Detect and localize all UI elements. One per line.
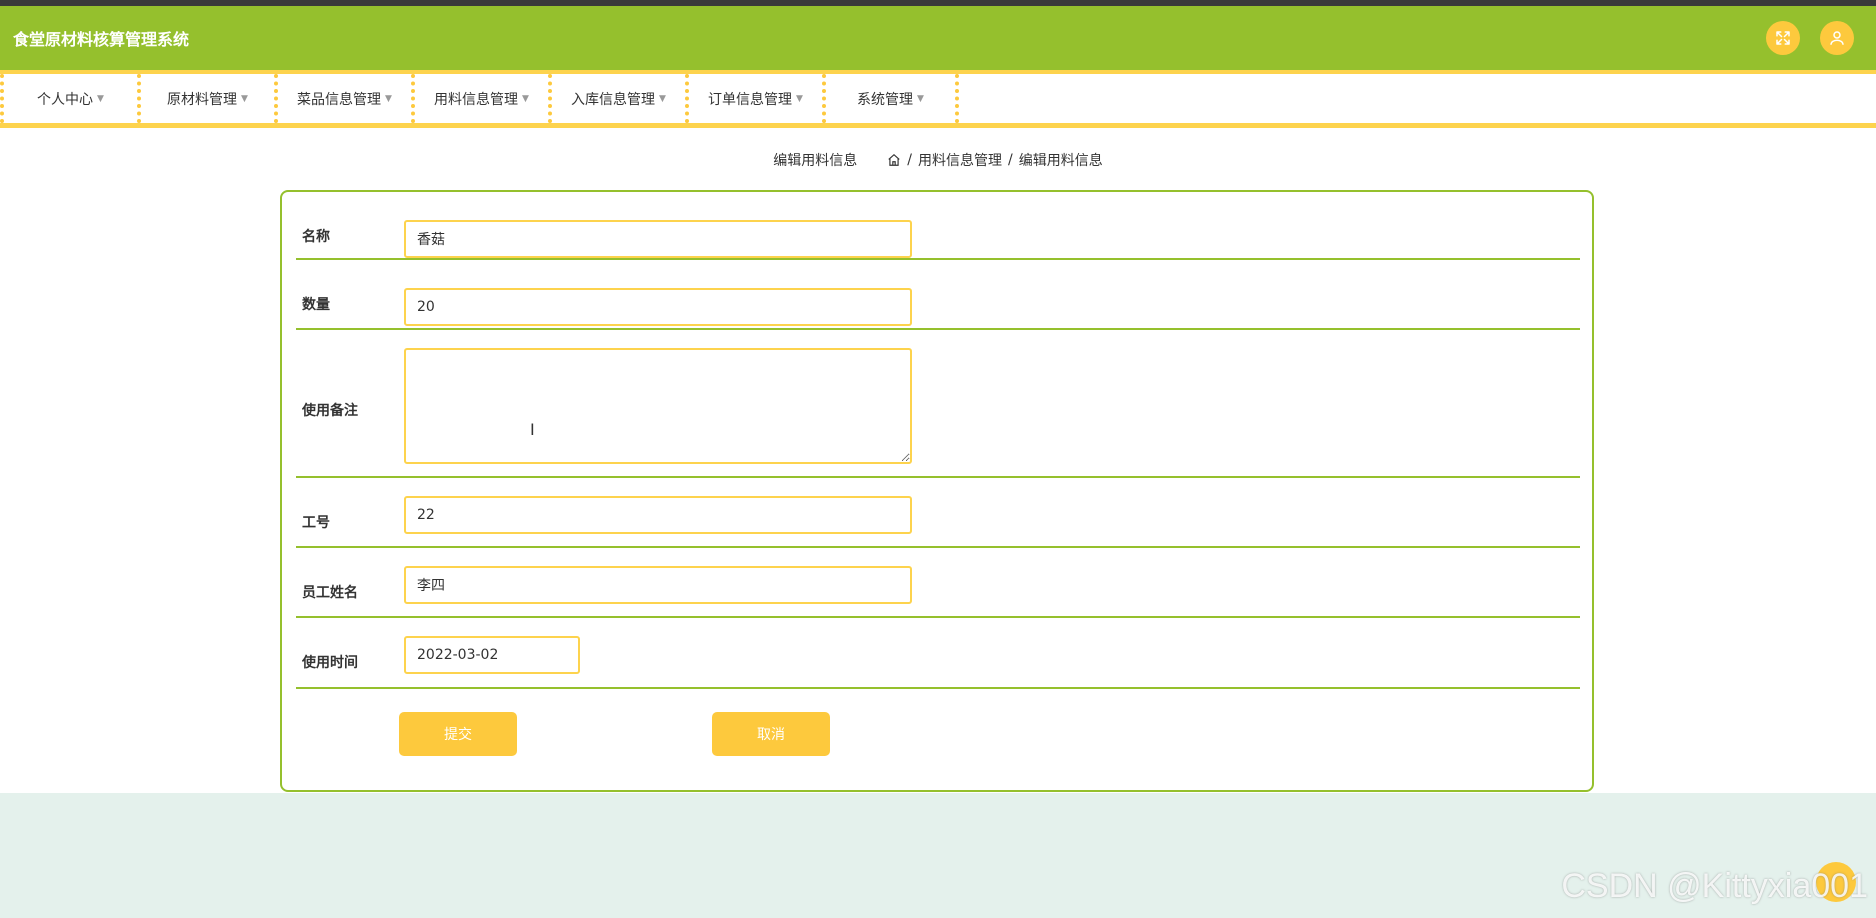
form-row-remark: 使用备注 [296,330,1580,478]
content-area: 编辑用料信息 / 用料信息管理 / 编辑用料信息 名称 数量 使用备注 工号 [0,128,1876,793]
form-row-use-time: 使用时间 [296,618,1580,689]
user-button[interactable] [1820,21,1854,55]
breadcrumb-trail: / 用料信息管理 / 编辑用料信息 [887,150,1103,170]
field-label: 使用时间 [302,655,358,671]
employee-name-input[interactable] [404,566,912,604]
menu-item-stock-in[interactable]: 入库信息管理 ▼ [548,74,685,123]
app-header: 食堂原材料核算管理系统 [0,6,1876,70]
edit-form: 名称 数量 使用备注 工号 员工姓名 使用时间 提交 取消 [280,190,1594,792]
caret-down-icon: ▼ [917,93,924,104]
user-icon [1830,31,1844,45]
breadcrumb: 编辑用料信息 / 用料信息管理 / 编辑用料信息 [0,150,1876,170]
form-row-employee-name: 员工姓名 [296,548,1580,618]
menu-item-label: 入库信息管理 [571,91,656,108]
field-label: 员工姓名 [302,585,358,601]
menu-item-label: 菜品信息管理 [297,91,382,108]
employee-id-input[interactable] [404,496,912,534]
form-row-employee-id: 工号 [296,478,1580,548]
header-actions [1766,21,1854,55]
breadcrumb-separator: / [907,152,912,168]
menu-item-label: 系统管理 [857,91,914,108]
menu-item-material-usage[interactable]: 用料信息管理 ▼ [411,74,548,123]
caret-down-icon: ▼ [241,93,248,104]
app-title: 食堂原材料核算管理系统 [13,30,190,49]
remark-textarea[interactable] [404,348,912,464]
menu-item-label: 用料信息管理 [434,91,519,108]
caret-down-icon: ▼ [796,93,803,104]
page-title: 编辑用料信息 [773,153,858,169]
breadcrumb-separator: / [1008,152,1013,168]
form-row-name: 名称 [296,192,1580,260]
menu-item-label: 订单信息管理 [708,91,793,108]
home-icon[interactable] [887,153,901,167]
menu-item-orders[interactable]: 订单信息管理 ▼ [685,74,822,123]
field-label: 使用备注 [302,403,358,419]
watermark: CSDN @Kittyxia001 [1561,867,1868,905]
caret-down-icon: ▼ [385,93,392,104]
name-input[interactable] [404,220,912,258]
field-label: 名称 [302,229,330,245]
menu-item-raw-materials[interactable]: 原材料管理 ▼ [137,74,274,123]
caret-down-icon: ▼ [97,93,104,104]
cancel-button[interactable]: 取消 [712,712,830,756]
fullscreen-button[interactable] [1766,21,1800,55]
field-label: 工号 [302,515,330,531]
quantity-input[interactable] [404,288,912,326]
caret-down-icon: ▼ [522,93,529,104]
main-menu: 个人中心 ▼ 原材料管理 ▼ 菜品信息管理 ▼ 用料信息管理 ▼ 入库信息管理 ▼ 订单信… [0,70,1876,128]
menu-item-system[interactable]: 系统管理 ▼ [822,74,959,123]
breadcrumb-item[interactable]: 用料信息管理 [918,150,1002,170]
form-actions: 提交 取消 [282,712,1596,756]
form-row-quantity: 数量 [296,260,1580,330]
breadcrumb-item-current: 编辑用料信息 [1018,153,1103,169]
use-time-date-input[interactable] [404,636,580,674]
menu-item-personal-center[interactable]: 个人中心 ▼ [0,74,137,123]
caret-down-icon: ▼ [659,93,666,104]
menu-item-label: 个人中心 [37,91,94,108]
submit-button[interactable]: 提交 [399,712,517,756]
menu-item-label: 原材料管理 [167,91,238,108]
text-cursor-icon: I [530,420,535,439]
menu-item-dishes[interactable]: 菜品信息管理 ▼ [274,74,411,123]
field-label: 数量 [302,297,330,313]
expand-icon [1776,31,1790,45]
